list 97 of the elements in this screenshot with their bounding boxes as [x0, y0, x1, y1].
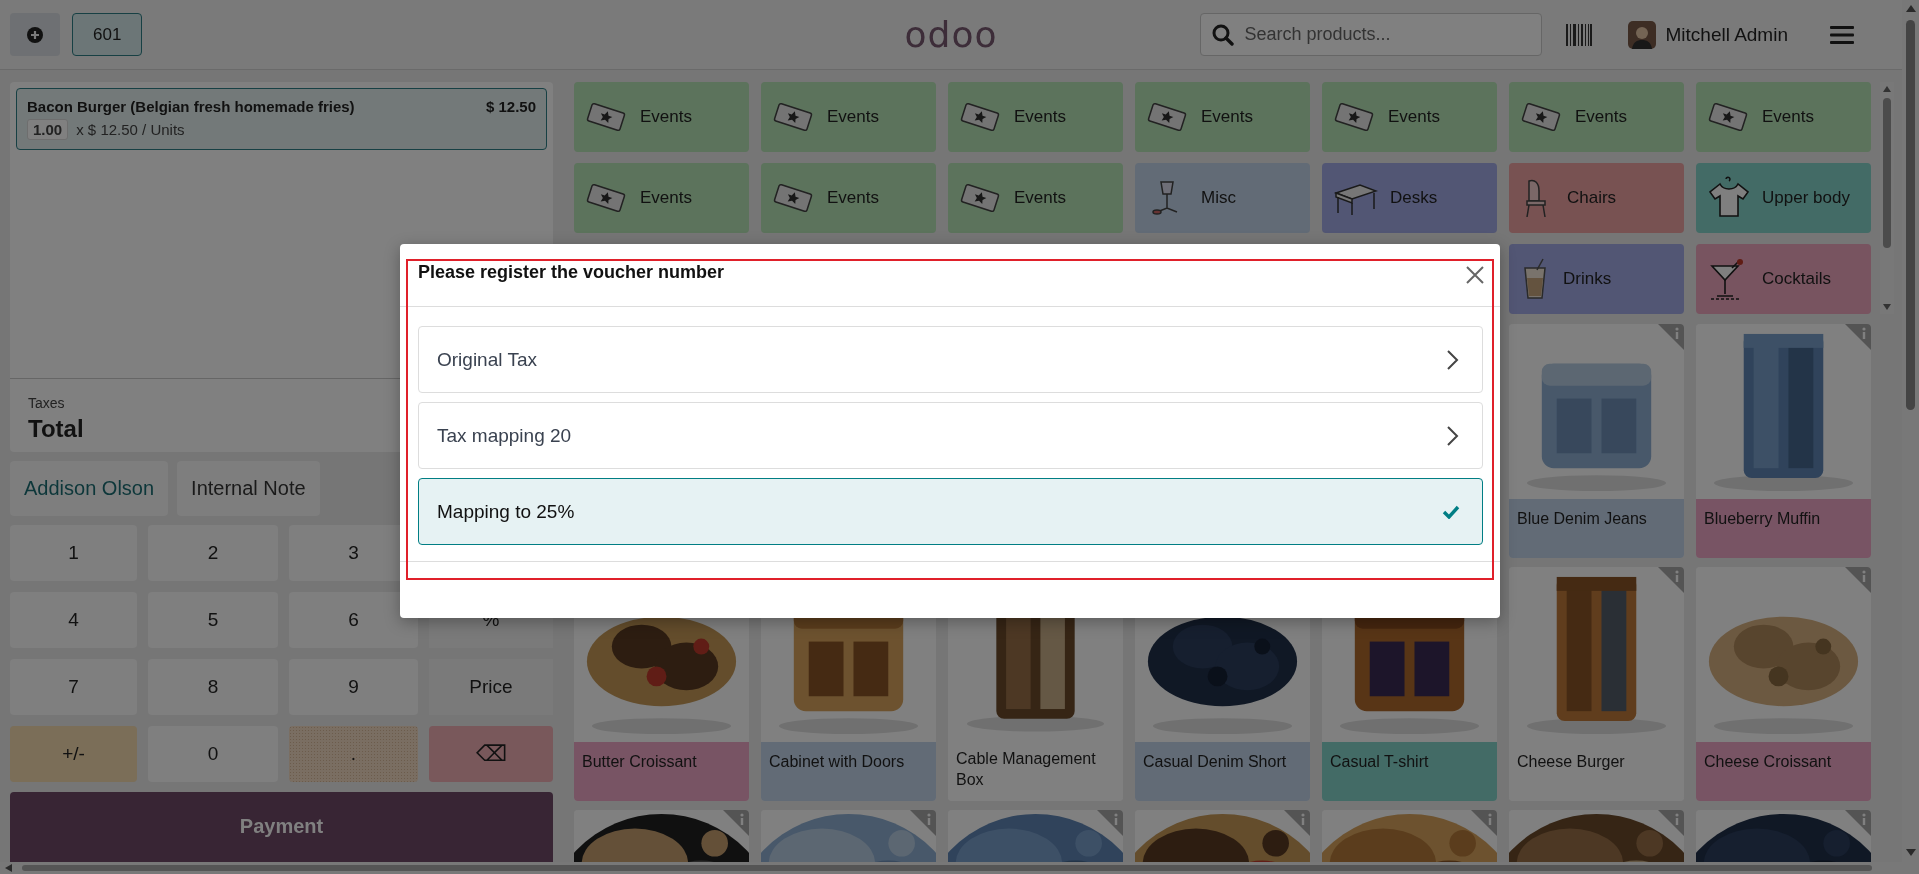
unit-price: x $ 12.50 / Units [76, 121, 185, 138]
check-icon [1442, 504, 1460, 519]
category-tile[interactable]: Upper body [1696, 163, 1871, 233]
category-label: Events [640, 107, 692, 127]
category-label: Events [1014, 107, 1066, 127]
product-name: Butter Croissant [574, 742, 749, 801]
new-order-button[interactable] [10, 13, 60, 56]
customer-button[interactable]: Addison Olson [10, 460, 169, 516]
info-icon[interactable] [1471, 810, 1497, 836]
dialog-title: Please register the voucher number [418, 261, 725, 283]
product-name: Cheese Croissant [1696, 742, 1871, 801]
numpad-key[interactable]: 6 [289, 591, 418, 648]
info-icon[interactable] [1658, 567, 1684, 593]
close-icon[interactable] [1466, 266, 1484, 284]
category-tile[interactable]: Events [1135, 82, 1310, 152]
note-button[interactable]: Internal Note [177, 460, 320, 516]
option-item[interactable]: Tax mapping 20 [418, 402, 1483, 469]
info-icon[interactable] [1097, 810, 1123, 836]
category-label: Events [1575, 107, 1627, 127]
option-label: Tax mapping 20 [437, 424, 572, 447]
category-tile[interactable]: Events [1509, 82, 1684, 152]
info-icon[interactable] [723, 810, 749, 836]
category-label: Events [1014, 188, 1066, 208]
info-icon[interactable] [1284, 810, 1310, 836]
category-label: Chairs [1567, 188, 1617, 208]
user-name[interactable]: Mitchell Admin [1665, 23, 1788, 46]
category-tile[interactable]: Desks [1322, 163, 1497, 233]
option-label: Original Tax [437, 348, 537, 371]
category-label: Events [1762, 107, 1814, 127]
product-name: Blueberry Muffin [1696, 499, 1871, 558]
decimal-key[interactable]: . [289, 725, 418, 782]
category-tile[interactable]: Chairs [1509, 163, 1684, 233]
product-name: Bacon Burger (Belgian fresh homemade fries) [27, 98, 356, 115]
plus-icon [27, 26, 43, 43]
product-card[interactable]: Cheese Croissant [1696, 567, 1871, 801]
search-icon [1211, 24, 1234, 46]
chevron-right-icon [1446, 424, 1460, 447]
backspace-key[interactable]: ⌫ [429, 725, 553, 782]
total-label: Total [28, 414, 84, 443]
category-label: Upper body [1762, 188, 1850, 208]
quantity-badge: 1.00 [27, 119, 69, 140]
product-name: Casual Denim Short [1135, 742, 1310, 801]
category-tile[interactable]: Events [761, 163, 936, 233]
numpad-key[interactable]: 9 [289, 658, 418, 715]
category-label: Events [1201, 107, 1253, 127]
taxes-label: Taxes [28, 394, 65, 411]
category-label: Desks [1390, 188, 1438, 208]
option-label: Mapping to 25% [437, 500, 575, 523]
chevron-right-icon [1446, 348, 1460, 371]
option-item[interactable]: Original Tax [418, 326, 1483, 393]
category-tile[interactable]: Events [761, 82, 936, 152]
info-icon[interactable] [1845, 810, 1871, 836]
category-tile[interactable]: Events [1696, 82, 1871, 152]
category-tile[interactable]: Events [1322, 82, 1497, 152]
sign-key[interactable]: +/- [10, 725, 137, 782]
info-icon[interactable] [1658, 324, 1684, 350]
numpad-key[interactable]: 7 [10, 658, 137, 715]
product-name: Casual T-shirt [1322, 742, 1497, 801]
category-tile[interactable]: Events [948, 163, 1123, 233]
numpad-key[interactable]: 0 [148, 725, 278, 782]
mode-key[interactable]: Price [429, 658, 553, 715]
category-label: Events [827, 107, 879, 127]
order-tab[interactable]: 601 [72, 13, 143, 56]
info-icon[interactable] [1658, 810, 1684, 836]
category-label: Drinks [1563, 269, 1612, 289]
menu-icon[interactable] [1830, 24, 1854, 45]
category-label: Events [1388, 107, 1440, 127]
payment-button[interactable]: Payment [10, 791, 553, 862]
line-price: $ 12.50 [485, 98, 536, 115]
info-icon[interactable] [1845, 324, 1871, 350]
category-label: Cocktails [1762, 269, 1831, 289]
category-label: Events [827, 188, 879, 208]
numpad-key[interactable]: 2 [148, 524, 278, 581]
info-icon[interactable] [1845, 567, 1871, 593]
barcode-icon[interactable] [1565, 23, 1592, 46]
product-card[interactable]: Blueberry Muffin [1696, 324, 1871, 558]
product-name: Cabinet with Doors [761, 742, 936, 801]
category-label: Misc [1201, 188, 1236, 208]
category-tile[interactable]: Events [574, 163, 749, 233]
category-tile[interactable]: Events [574, 82, 749, 152]
numpad-key[interactable]: 4 [10, 591, 137, 648]
numpad-key[interactable]: 1 [10, 524, 137, 581]
category-label: Events [640, 188, 692, 208]
avatar-icon[interactable] [1627, 20, 1656, 49]
numpad-key[interactable]: 5 [148, 591, 278, 648]
search-field[interactable]: Search products... [1199, 13, 1542, 56]
shirt-icon [1706, 176, 1750, 220]
product-card[interactable]: Blue Denim Jeans [1509, 324, 1684, 558]
logo: odoo [904, 14, 998, 55]
category-tile[interactable]: Cocktails [1696, 244, 1871, 314]
category-tile[interactable]: Misc [1135, 163, 1310, 233]
category-tile[interactable]: Events [948, 82, 1123, 152]
info-icon[interactable] [910, 810, 936, 836]
numpad-key[interactable]: 8 [148, 658, 278, 715]
option-item[interactable]: Mapping to 25% [418, 478, 1483, 545]
category-tile[interactable]: Drinks [1509, 244, 1684, 314]
product-name: Blue Denim Jeans [1509, 499, 1684, 558]
